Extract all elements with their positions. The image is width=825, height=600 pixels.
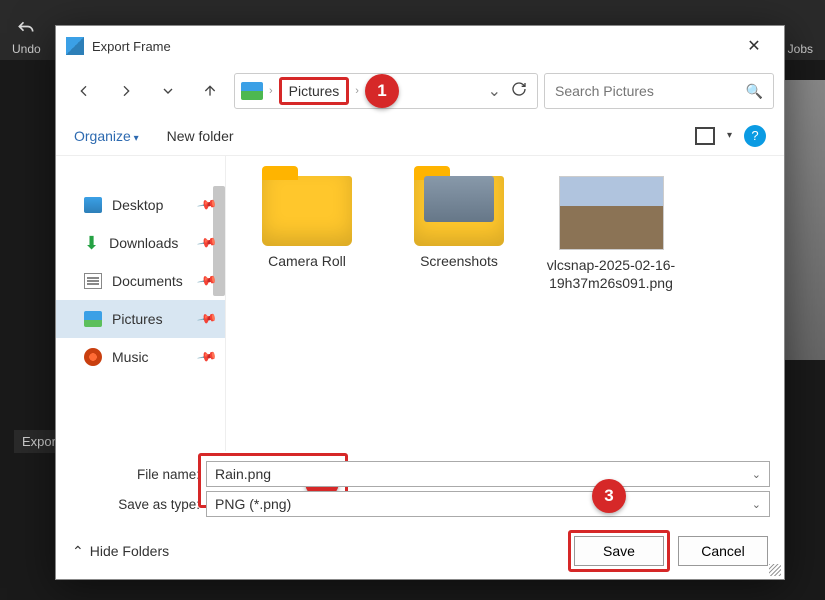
form-area: 2 File name: Rain.png⌄ Save as type: PNG… — [56, 451, 784, 523]
undo-icon — [15, 18, 37, 40]
chevron-right-icon: › — [269, 85, 273, 97]
toolbar-row: Organize New folder ▾ ? — [56, 116, 784, 156]
new-folder-button[interactable]: New folder — [167, 128, 234, 144]
file-list: Camera Roll Screenshots vlcsnap-2025-02-… — [226, 156, 784, 451]
file-vlcsnap[interactable]: vlcsnap-2025-02-16-19h37m26s091.png — [546, 176, 676, 292]
annotation-step-3: 3 — [592, 479, 626, 513]
sidebar-item-label: Documents — [112, 273, 183, 289]
address-bar[interactable]: › Pictures › 1 ⌄ — [234, 73, 538, 109]
organize-button[interactable]: Organize — [74, 128, 139, 144]
document-icon — [84, 273, 102, 289]
pictures-lib-icon — [241, 82, 263, 100]
pin-icon: 📌 — [196, 346, 218, 368]
view-mode-button[interactable] — [695, 127, 715, 145]
help-button[interactable]: ? — [744, 125, 766, 147]
nav-row: › Pictures › 1 ⌄ 🔍 — [56, 66, 784, 116]
nav-back-button[interactable] — [66, 73, 102, 109]
folder-icon — [414, 176, 504, 246]
search-box[interactable]: 🔍 — [544, 73, 774, 109]
background-preview — [785, 80, 825, 360]
music-icon — [84, 348, 102, 366]
chevron-down-icon[interactable]: ⌄ — [752, 468, 761, 481]
file-name-label: File name: — [70, 467, 200, 482]
cancel-button[interactable]: Cancel — [678, 536, 768, 566]
sidebar-item-music[interactable]: Music 📌 — [56, 338, 225, 376]
sidebar-item-downloads[interactable]: ⬇Downloads📌 — [56, 224, 225, 262]
desktop-icon — [84, 197, 102, 213]
chevron-down-icon[interactable]: ⌄ — [752, 498, 761, 511]
sidebar-item-label: Downloads — [109, 235, 178, 251]
sidebar: Desktop📌 ⬇Downloads📌 Documents📌 Pictures… — [56, 156, 226, 451]
sidebar-item-pictures[interactable]: Pictures 📌 — [56, 300, 225, 338]
save-button[interactable]: Save — [574, 536, 664, 566]
close-button[interactable]: ✕ — [734, 31, 774, 61]
chevron-down-icon[interactable]: ▾ — [727, 130, 732, 141]
chevron-down-icon[interactable]: ⌄ — [488, 81, 501, 101]
breadcrumb-pictures[interactable]: Pictures — [279, 77, 350, 105]
file-label: Screenshots — [420, 252, 498, 270]
file-name-input[interactable]: Rain.png⌄ — [206, 461, 770, 487]
annotation-step-1: 1 — [365, 74, 399, 108]
image-thumbnail — [559, 176, 664, 250]
sidebar-item-desktop[interactable]: Desktop📌 — [56, 186, 225, 224]
chevron-right-icon: › — [355, 85, 359, 97]
export-frame-dialog: Export Frame ✕ › Pictures › 1 ⌄ 🔍 Organi… — [55, 25, 785, 580]
file-label: vlcsnap-2025-02-16-19h37m26s091.png — [546, 256, 676, 292]
nav-up-button[interactable] — [192, 73, 228, 109]
sidebar-item-label: Pictures — [112, 311, 163, 327]
search-input[interactable] — [555, 83, 746, 99]
resize-handle[interactable] — [769, 564, 781, 576]
download-icon: ⬇ — [84, 234, 99, 252]
folder-icon — [262, 176, 352, 246]
sidebar-item-label: Desktop — [112, 197, 163, 213]
pictures-icon — [84, 311, 102, 327]
app-icon — [66, 37, 84, 55]
folder-thumbnail — [424, 176, 494, 222]
save-type-label: Save as type: — [70, 497, 200, 512]
folder-screenshots[interactable]: Screenshots — [394, 176, 524, 270]
sidebar-item-documents[interactable]: Documents📌 — [56, 262, 225, 300]
pin-icon: 📌 — [196, 308, 218, 330]
search-icon[interactable]: 🔍 — [746, 83, 763, 100]
nav-forward-button[interactable] — [108, 73, 144, 109]
sidebar-item-label: Music — [112, 349, 149, 365]
hide-folders-button[interactable]: Hide Folders — [72, 543, 169, 560]
nav-recent-button[interactable] — [150, 73, 186, 109]
refresh-icon[interactable] — [511, 81, 527, 102]
dialog-title: Export Frame — [92, 39, 734, 54]
title-bar: Export Frame ✕ — [56, 26, 784, 66]
bottom-row: Hide Folders 3 Save Cancel — [56, 523, 784, 579]
file-label: Camera Roll — [268, 252, 346, 270]
folder-camera-roll[interactable]: Camera Roll — [242, 176, 372, 270]
save-type-select[interactable]: PNG (*.png)⌄ — [206, 491, 770, 517]
